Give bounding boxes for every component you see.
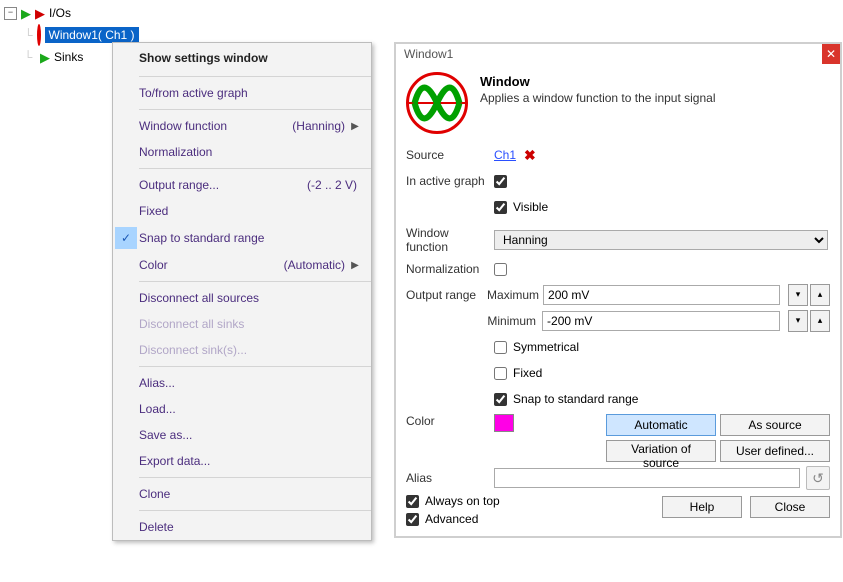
check-icon: ✓ [115,227,137,249]
menu-disconnect-sinks: Disconnect all sinks [113,311,371,337]
menu-saveas[interactable]: Save as... [113,422,371,448]
stepper-up[interactable]: ▴ [810,310,830,332]
label-window-function: Window function [406,226,488,254]
menu-to-from-graph[interactable]: To/from active graph [113,80,371,106]
menu-snap[interactable]: ✓ Snap to standard range [113,224,371,252]
context-menu-header-label: Show settings window [139,51,268,65]
checkbox-symmetrical[interactable] [494,341,507,354]
stepper-down[interactable]: ▾ [788,310,808,332]
checkbox-advanced[interactable] [406,513,419,526]
menu-window-function[interactable]: Window function (Hanning) ▶ [113,113,371,139]
menu-delete[interactable]: Delete [113,514,371,540]
label-output-range: Output range [406,288,481,302]
label-source: Source [406,148,488,162]
tree-node-label: Window1( Ch1 ) [45,27,139,43]
window-icon [406,72,468,134]
checkbox-in-active-graph[interactable] [494,175,507,188]
label-visible: Visible [513,200,548,214]
chevron-right-icon: ▶ [349,260,361,271]
remove-source-button[interactable]: ✖ [524,147,536,164]
label-minimum: Minimum [487,314,536,328]
color-as-source-button[interactable]: As source [720,414,830,436]
label-symmetrical: Symmetrical [513,340,579,354]
menu-load[interactable]: Load... [113,396,371,422]
chevron-right-icon: ▶ [349,121,361,132]
checkbox-snap[interactable] [494,393,507,406]
menu-fixed[interactable]: Fixed [113,198,371,224]
label-always-on-top: Always on top [425,494,500,508]
source-link[interactable]: Ch1 [494,148,516,162]
panel-titlebar[interactable]: Window1 ✕ [396,44,840,64]
reset-alias-button[interactable]: ↺ [806,466,830,490]
label-advanced: Advanced [425,512,478,526]
tree-branch-icon: └ [24,28,33,42]
close-button[interactable]: Close [750,496,830,518]
menu-disconnect-sinks2: Disconnect sink(s)... [113,337,371,363]
tree-node-label: Sinks [54,50,83,64]
menu-output-range[interactable]: Output range... (-2 .. 2 V) [113,172,371,198]
arrow-right-icon: ▶ [40,51,50,64]
tree-branch-icon: └ [20,50,36,64]
menu-color[interactable]: Color (Automatic) ▶ [113,252,371,278]
stepper-up[interactable]: ▴ [810,284,830,306]
help-button[interactable]: Help [662,496,742,518]
input-minimum[interactable] [542,311,780,331]
label-maximum: Maximum [487,288,537,302]
input-alias[interactable] [494,468,800,488]
color-user-defined-button[interactable]: User defined... [720,440,830,462]
menu-disconnect-sources[interactable]: Disconnect all sources [113,285,371,311]
menu-normalization[interactable]: Normalization [113,139,371,165]
color-variation-button[interactable]: Variation of source [606,440,716,462]
color-swatch[interactable] [494,414,514,432]
color-automatic-button[interactable]: Automatic [606,414,716,436]
panel-subtitle: Applies a window function to the input s… [480,91,715,105]
menu-export[interactable]: Export data... [113,448,371,474]
tree-collapse-icon[interactable]: − [4,7,17,20]
menu-alias[interactable]: Alias... [113,370,371,396]
checkbox-normalization[interactable] [494,263,507,276]
label-normalization: Normalization [406,262,488,276]
checkbox-visible[interactable] [494,201,507,214]
label-snap: Snap to standard range [513,392,638,406]
label-in-active-graph: In active graph [406,174,488,188]
tree-node-label: I/Os [49,6,71,20]
label-alias: Alias [406,471,488,485]
label-color: Color [406,414,488,428]
window-icon [37,24,41,46]
label-fixed: Fixed [513,366,542,380]
select-window-function[interactable]: Hanning [494,230,828,250]
tree-node-ios[interactable]: − ▶ ▶ I/Os [4,2,134,24]
panel-title: Window1 [404,47,453,61]
stepper-down[interactable]: ▾ [788,284,808,306]
checkbox-always-on-top[interactable] [406,495,419,508]
context-menu: Show settings window To/from active grap… [112,42,372,541]
menu-clone[interactable]: Clone [113,481,371,507]
arrow-right-icon: ▶ [35,7,45,20]
input-maximum[interactable] [543,285,780,305]
arrow-right-icon: ▶ [21,7,31,20]
properties-panel: Window1 ✕ Window Applies a window functi… [394,42,842,538]
close-button[interactable]: ✕ [822,44,840,64]
panel-heading: Window [480,74,715,89]
context-menu-header: Show settings window [113,43,371,73]
checkbox-fixed[interactable] [494,367,507,380]
